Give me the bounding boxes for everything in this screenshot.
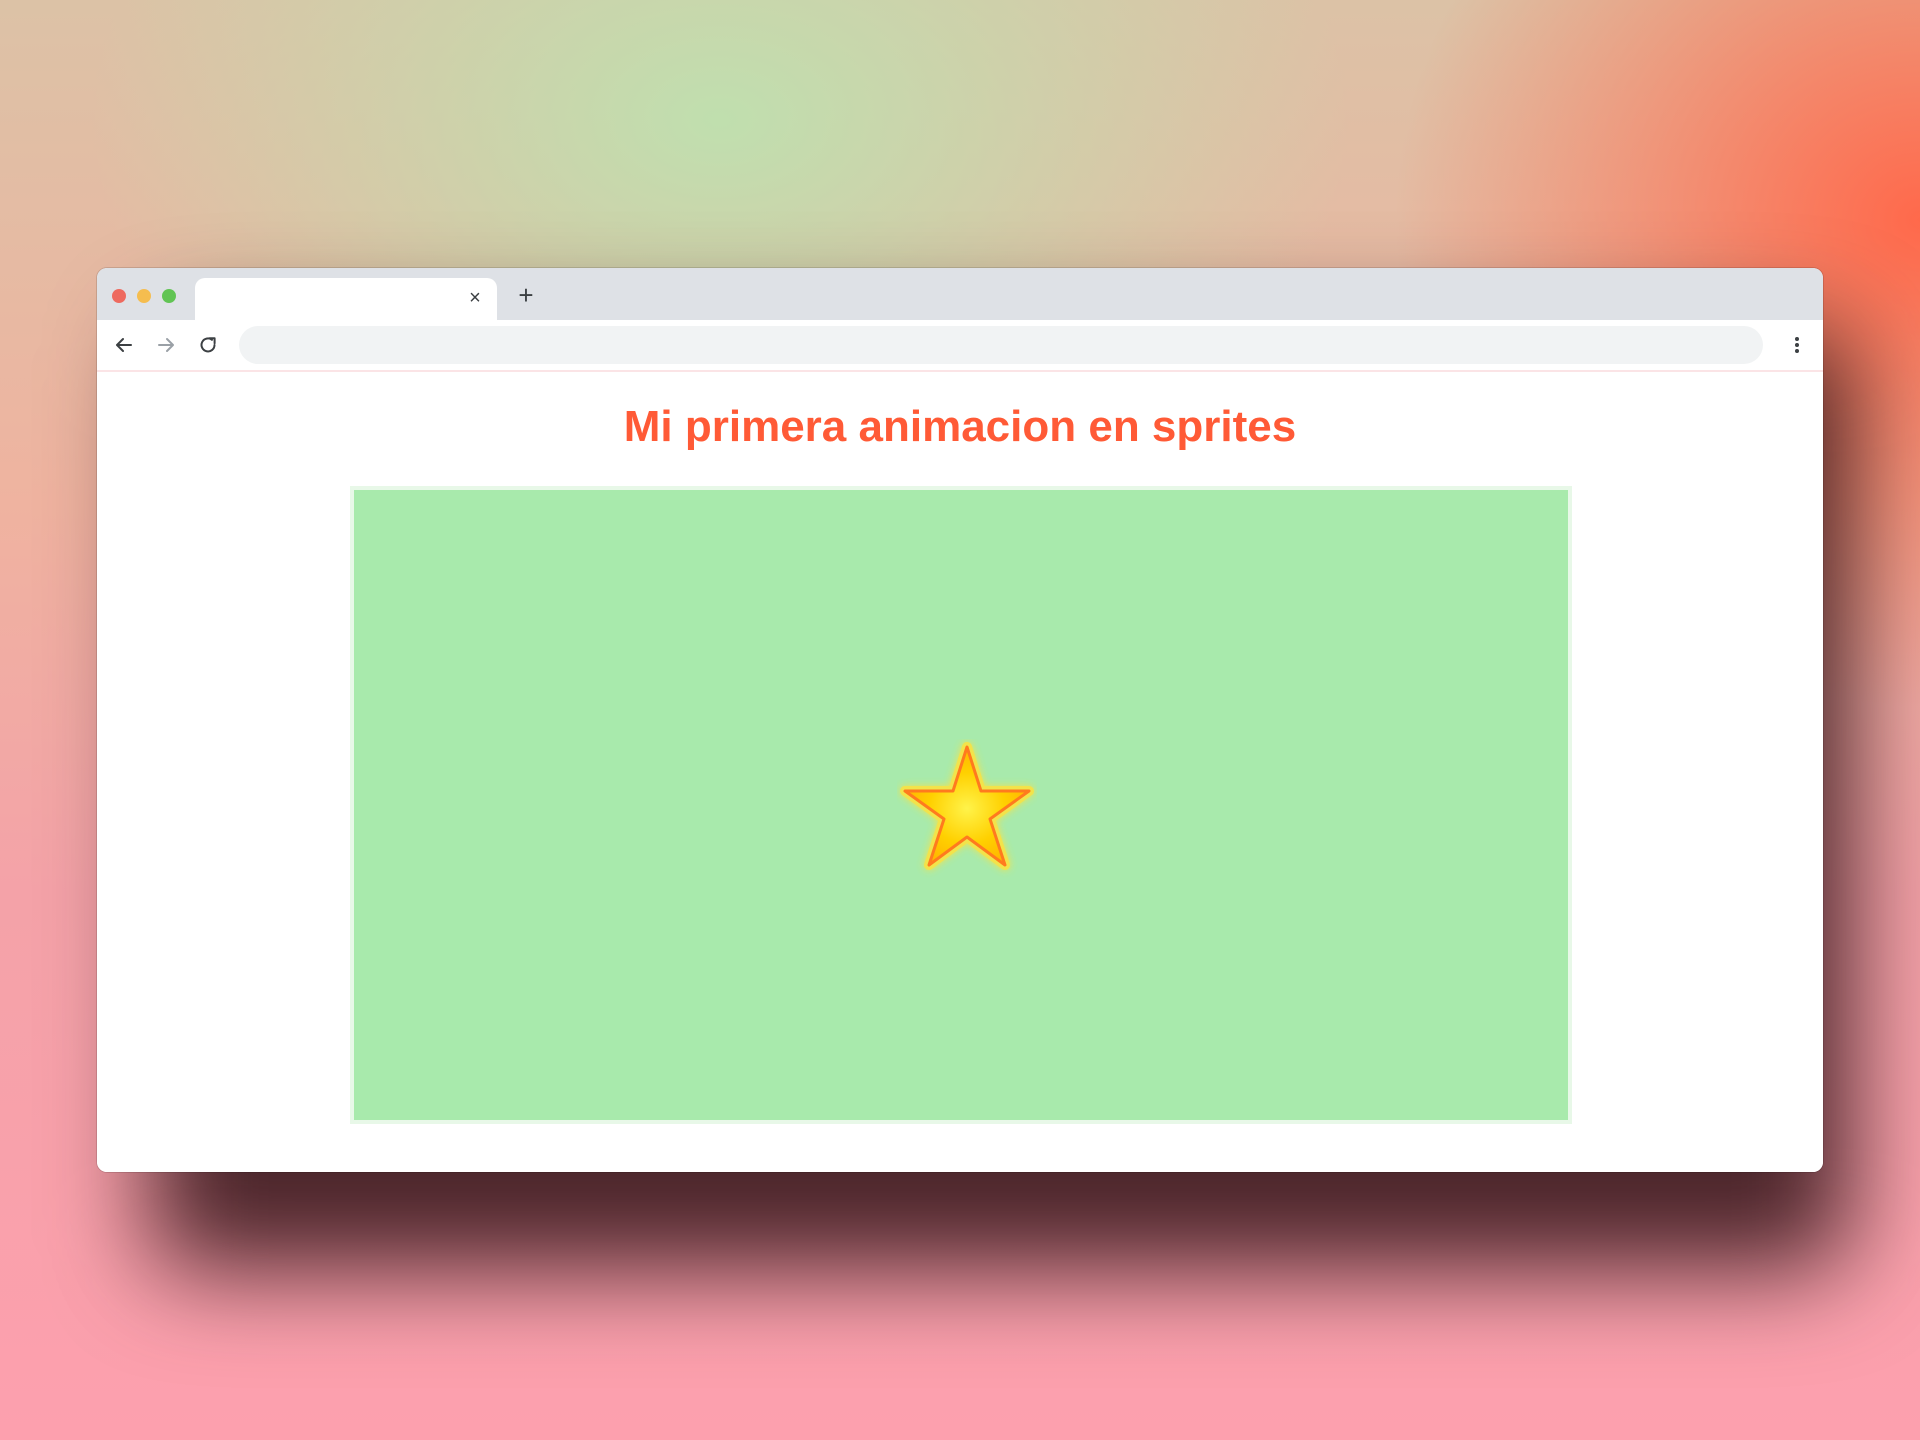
animation-stage	[350, 486, 1572, 1124]
minimize-window-button[interactable]	[137, 289, 151, 303]
page-content: Mi primera animacion en sprites	[97, 372, 1823, 1172]
plus-icon[interactable]: +	[513, 282, 539, 308]
browser-window: × + Mi primera animacion en sprites	[97, 268, 1823, 1172]
address-bar[interactable]	[239, 326, 1763, 364]
tab-bar: × +	[97, 268, 1823, 320]
browser-toolbar	[97, 320, 1823, 372]
maximize-window-button[interactable]	[162, 289, 176, 303]
arrow-left-icon[interactable]	[111, 332, 137, 358]
star-icon	[897, 739, 1037, 879]
browser-tab[interactable]: ×	[195, 278, 497, 320]
close-icon[interactable]: ×	[465, 288, 485, 308]
reload-icon[interactable]	[195, 332, 221, 358]
arrow-right-icon[interactable]	[153, 332, 179, 358]
close-window-button[interactable]	[112, 289, 126, 303]
page-title: Mi primera animacion en sprites	[623, 402, 1297, 451]
kebab-menu-icon[interactable]	[1785, 333, 1809, 357]
